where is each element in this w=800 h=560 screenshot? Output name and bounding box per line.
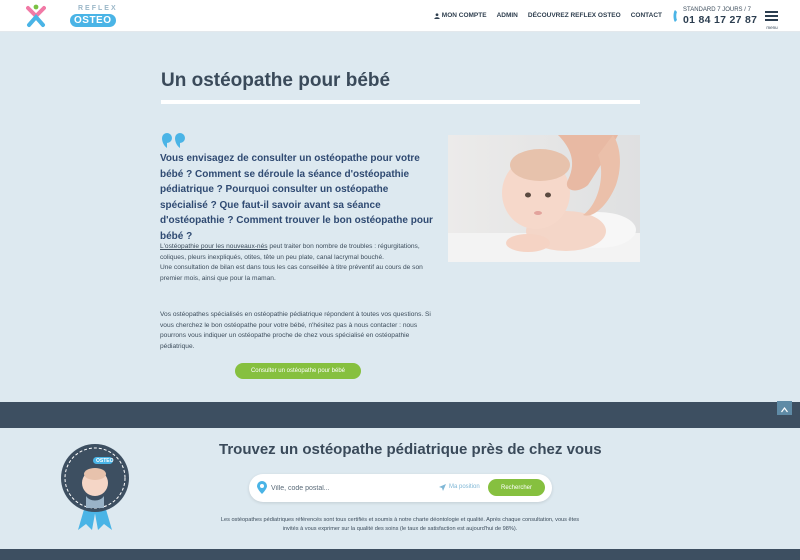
hamburger-icon	[765, 11, 778, 13]
user-icon	[434, 12, 440, 19]
phone-availability: STANDARD 7 JOURS / 7	[683, 7, 751, 13]
paragraph-bilan-text: Une consultation de bilan est dans tous …	[160, 264, 423, 282]
search-button[interactable]: Rechercher	[488, 479, 545, 496]
main-nav: MON COMPTE ADMIN DÉCOUVREZ REFLEX OSTEO …	[424, 12, 662, 19]
hamburger-icon	[765, 19, 778, 21]
baby-photo	[448, 135, 640, 262]
badge-osteo-text: OSTEO	[96, 458, 114, 464]
phone-number: 01 84 17 27 87	[683, 14, 758, 26]
logo-mark-icon	[26, 4, 46, 27]
section-divider-band	[0, 402, 800, 428]
site-header: REFLEX OSTEO MON COMPTE ADMIN DÉCOUVREZ …	[0, 0, 800, 32]
nav-item-mon-compte[interactable]: MON COMPTE	[434, 12, 487, 19]
phone-block[interactable]: STANDARD 7 JOURS / 7 01 84 17 27 87	[673, 7, 758, 27]
chevron-up-icon	[781, 406, 788, 412]
finder-title: Trouvez un ostéopathe pédiatrique près d…	[219, 441, 602, 458]
paragraph-troubles: L'ostéopathie pour les nouveaux-nés peut…	[160, 242, 438, 284]
nav-label: MON COMPTE	[441, 12, 487, 19]
consult-button[interactable]: Consulter un ostéopathe pour bébé	[235, 363, 361, 379]
nav-item-decouvrez[interactable]: DÉCOUVREZ REFLEX OSTEO	[528, 12, 621, 19]
logo-reflex-text: REFLEX	[78, 5, 118, 12]
location-search-bar: Ma position Rechercher	[249, 474, 552, 502]
certification-disclaimer: Les ostéopathes pédiatriques référencés …	[220, 517, 580, 532]
nav-item-contact[interactable]: CONTACT	[631, 12, 662, 19]
quote-icon	[162, 133, 185, 148]
footer-band	[0, 549, 800, 560]
logo-osteo-text: OSTEO	[70, 14, 116, 27]
certification-badge: OSTEO	[60, 440, 130, 530]
title-divider	[161, 100, 640, 104]
menu-label: menu	[766, 25, 778, 30]
location-pin-icon	[257, 481, 267, 494]
scroll-to-top-button[interactable]	[777, 401, 792, 415]
hamburger-icon	[765, 15, 778, 17]
page-title: Un ostéopathe pour bébé	[161, 70, 391, 91]
link-osteopathie-nouveaux-nes[interactable]: L'ostéopathie pour les nouveaux-nés	[160, 243, 268, 250]
my-position-link[interactable]: Ma position	[449, 484, 480, 490]
paragraph-contact: Vos ostéopathes spécialisés en ostéopath…	[160, 311, 431, 350]
location-search-input[interactable]	[271, 482, 411, 494]
nav-item-admin[interactable]: ADMIN	[497, 12, 518, 19]
reflex-osteo-logo[interactable]: REFLEX OSTEO	[26, 3, 116, 29]
locate-arrow-icon[interactable]	[439, 484, 446, 491]
intro-lead: Vous envisagez de consulter un ostéopath…	[160, 153, 433, 242]
baby-illustration	[448, 135, 640, 262]
phone-icon	[673, 10, 677, 22]
menu-button[interactable]: menu	[764, 9, 780, 30]
badge-illustration	[61, 444, 129, 530]
